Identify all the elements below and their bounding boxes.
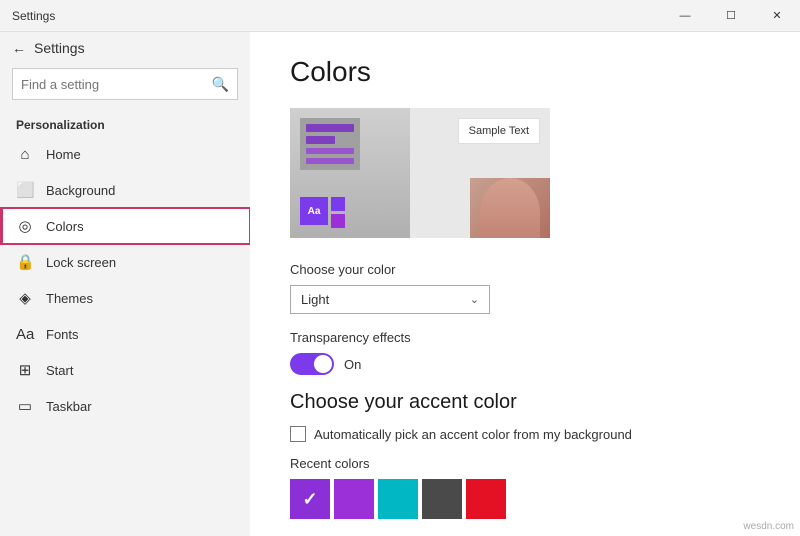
sidebar-item-label-lock-screen: Lock screen	[46, 255, 116, 270]
sidebar-item-label-background: Background	[46, 183, 115, 198]
sidebar: ← Settings 🔍 Personalization ⌂ Home ⬜ Backg…	[0, 32, 250, 536]
toggle-row: On	[290, 353, 760, 375]
color-swatch-1[interactable]	[334, 479, 374, 519]
nav-items: ⌂ Home ⬜ Background ◎ Colors 🔒 Lock screen ◈ Them…	[0, 136, 250, 424]
themes-icon: ◈	[16, 289, 34, 307]
accent-auto-checkbox[interactable]	[290, 426, 306, 442]
color-swatches: ✓	[290, 479, 760, 519]
color-mode-dropdown[interactable]: Light ⌄	[290, 285, 490, 314]
search-icon: 🔍	[212, 76, 229, 93]
transparency-label: Transparency effects	[290, 330, 760, 345]
toggle-knob	[314, 355, 332, 373]
preview-bar-4	[306, 158, 354, 164]
chevron-down-icon: ⌄	[470, 293, 479, 306]
content-area: Colors Aa Sample Text	[250, 32, 800, 536]
sidebar-item-label-colors: Colors	[46, 219, 84, 234]
sidebar-item-label-start: Start	[46, 363, 73, 378]
background-icon: ⬜	[16, 181, 34, 199]
preview-bar-1	[306, 124, 354, 132]
sidebar-item-themes[interactable]: ◈ Themes	[0, 280, 250, 316]
sidebar-item-label-themes: Themes	[46, 291, 93, 306]
preview-right: Sample Text	[410, 108, 550, 238]
transparency-toggle[interactable]	[290, 353, 334, 375]
titlebar-title: Settings	[12, 9, 55, 23]
choose-color-label: Choose your color	[290, 262, 760, 277]
preview-tile-sm1	[331, 197, 345, 211]
app-body: ← Settings 🔍 Personalization ⌂ Home ⬜ Backg…	[0, 32, 800, 536]
swatch-checkmark: ✓	[302, 489, 317, 510]
accent-section: Choose your accent color Automatically p…	[290, 391, 760, 519]
color-swatch-4[interactable]	[466, 479, 506, 519]
maximize-button[interactable]: ☐	[708, 0, 754, 32]
titlebar: Settings — ☐ ✕	[0, 0, 800, 32]
home-icon: ⌂	[16, 146, 34, 163]
choose-color-section: Choose your color Light ⌄	[290, 262, 760, 314]
preview-photo	[470, 178, 550, 238]
back-button[interactable]: ← Settings	[0, 32, 250, 64]
search-box[interactable]: 🔍	[12, 68, 238, 100]
lock-screen-icon: 🔒	[16, 253, 34, 271]
recent-colors-label: Recent colors	[290, 456, 760, 471]
transparency-section: Transparency effects On	[290, 330, 760, 375]
colors-icon: ◎	[16, 217, 34, 235]
page-title: Colors	[290, 56, 760, 88]
sample-text-box: Sample Text	[458, 118, 540, 144]
color-swatch-0[interactable]: ✓	[290, 479, 330, 519]
preview-tiles: Aa	[300, 197, 345, 228]
sidebar-item-taskbar[interactable]: ▭ Taskbar	[0, 388, 250, 424]
preview-tile-aa: Aa	[300, 197, 328, 225]
sidebar-item-label-home: Home	[46, 147, 81, 162]
color-swatch-2[interactable]	[378, 479, 418, 519]
sidebar-item-start[interactable]: ⊞ Start	[0, 352, 250, 388]
accent-checkbox-row: Automatically pick an accent color from …	[290, 426, 760, 442]
taskbar-icon: ▭	[16, 397, 34, 415]
sidebar-item-fonts[interactable]: Aa Fonts	[0, 316, 250, 352]
personalization-label: Personalization	[0, 110, 250, 136]
back-label: Settings	[34, 40, 85, 56]
color-mode-value: Light	[301, 292, 329, 307]
titlebar-controls: — ☐ ✕	[662, 0, 800, 32]
toggle-state-label: On	[344, 357, 361, 372]
accent-checkbox-label: Automatically pick an accent color from …	[314, 427, 632, 442]
preview-left: Aa	[290, 108, 410, 238]
sidebar-item-lock-screen[interactable]: 🔒 Lock screen	[0, 244, 250, 280]
sidebar-item-label-fonts: Fonts	[46, 327, 79, 342]
back-icon: ←	[12, 40, 26, 56]
preview-area: Aa Sample Text	[290, 108, 550, 238]
preview-bar-2	[306, 136, 335, 144]
sidebar-item-background[interactable]: ⬜ Background	[0, 172, 250, 208]
fonts-icon: Aa	[16, 326, 34, 343]
preview-small-tiles	[331, 197, 345, 228]
search-input[interactable]	[21, 77, 212, 92]
close-button[interactable]: ✕	[754, 0, 800, 32]
color-swatch-3[interactable]	[422, 479, 462, 519]
sidebar-item-label-taskbar: Taskbar	[46, 399, 92, 414]
preview-sidebar-mock	[300, 118, 360, 170]
sidebar-item-colors[interactable]: ◎ Colors	[0, 208, 250, 244]
watermark: wesdn.com	[743, 521, 794, 532]
photo-shape	[480, 178, 540, 238]
accent-title: Choose your accent color	[290, 391, 760, 414]
preview-bar-3	[306, 148, 354, 154]
sidebar-item-home[interactable]: ⌂ Home	[0, 136, 250, 172]
start-icon: ⊞	[16, 361, 34, 379]
minimize-button[interactable]: —	[662, 0, 708, 32]
preview-tile-sm2	[331, 214, 345, 228]
